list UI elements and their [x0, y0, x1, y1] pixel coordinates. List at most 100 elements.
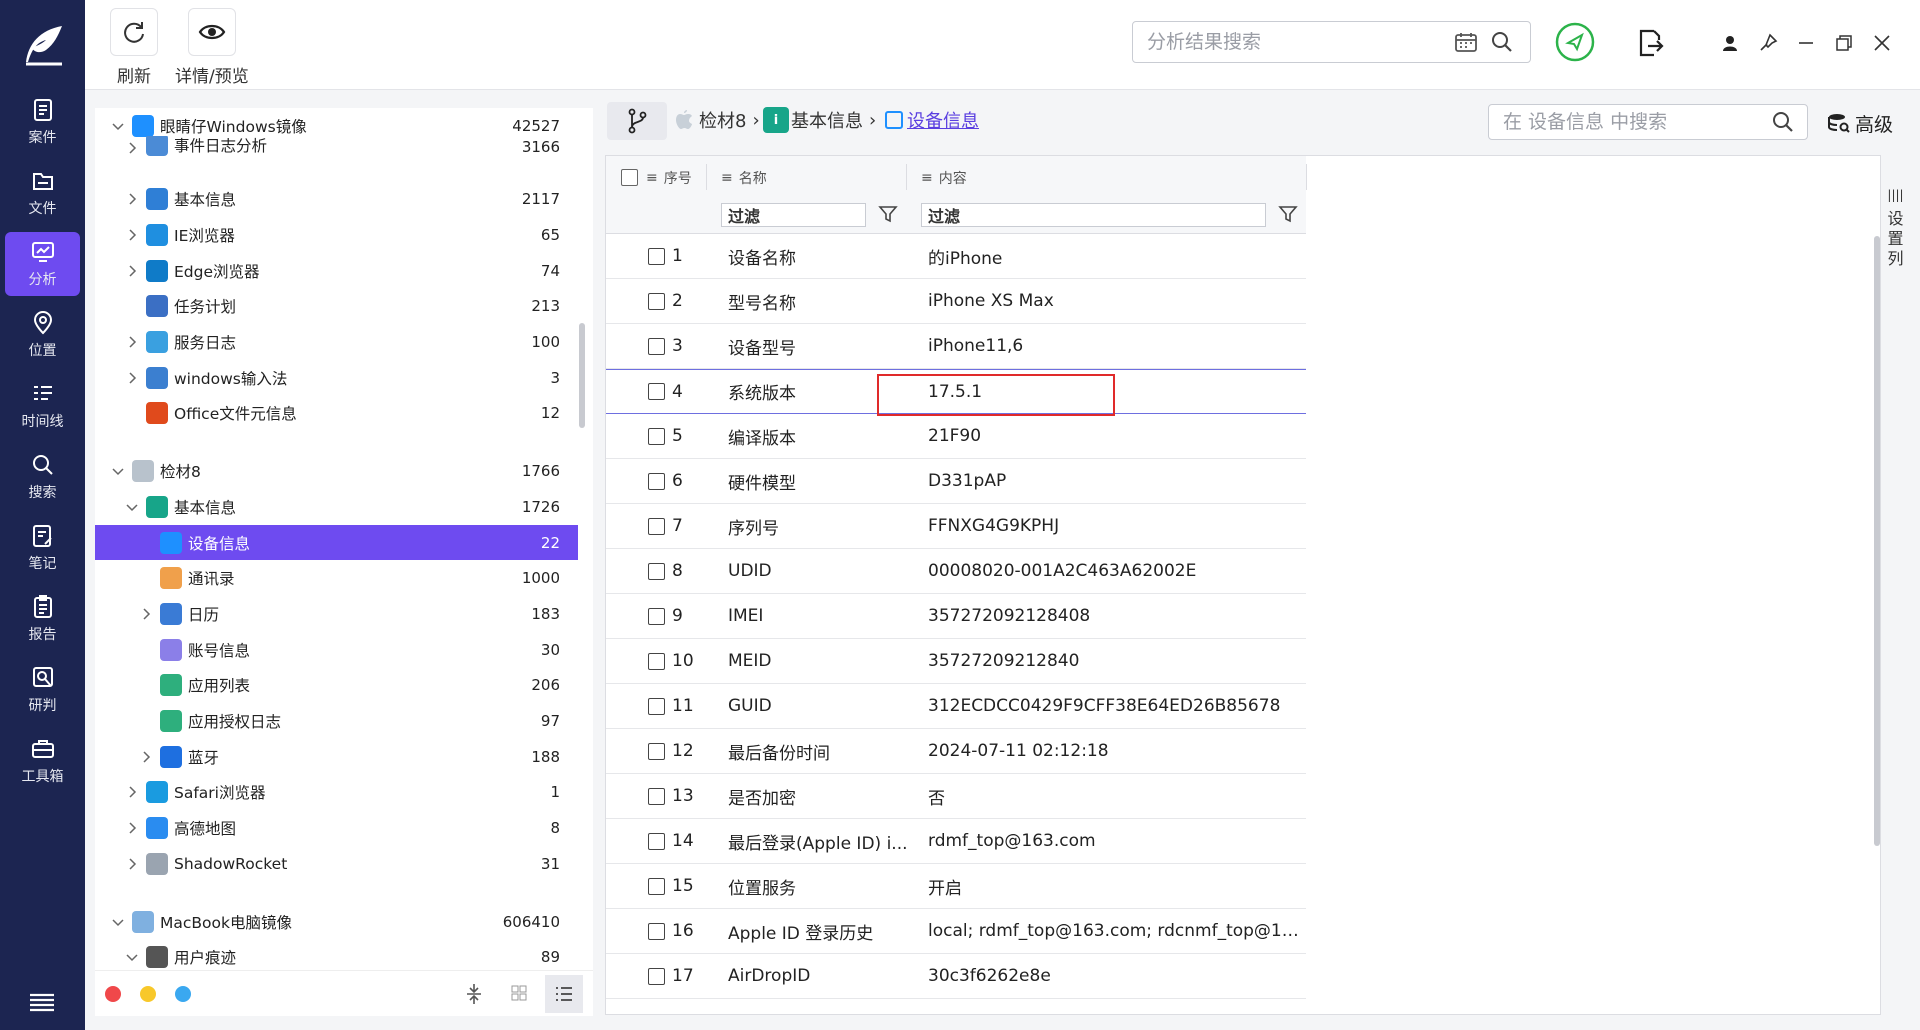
blue-dot-icon[interactable]: [175, 986, 191, 1002]
search-icon[interactable]: [1771, 110, 1795, 134]
row-checkbox[interactable]: [648, 427, 665, 445]
main-menu-icon[interactable]: [27, 990, 57, 1014]
row-checkbox[interactable]: [648, 383, 665, 400]
row-checkbox[interactable]: [648, 922, 665, 940]
tree-item[interactable]: 设备信息 22: [95, 525, 578, 560]
close-icon[interactable]: [1869, 30, 1895, 56]
table-row[interactable]: 16 Apple ID 登录历史 local; rdmf_top@163.com; …: [606, 909, 1306, 954]
chevron-right-icon[interactable]: [124, 784, 140, 800]
red-dot-icon[interactable]: [105, 986, 121, 1002]
refresh-button[interactable]: 刷新: [110, 8, 158, 87]
tree-item[interactable]: 事件日志分析 3166: [95, 136, 578, 156]
send-icon[interactable]: [1555, 22, 1595, 62]
table-row[interactable]: 5 编译版本 21F90: [606, 414, 1306, 459]
nav-item-judge[interactable]: 研判: [5, 658, 80, 722]
tree-item[interactable]: 通讯录 1000: [95, 561, 578, 596]
breadcrumb-item-evidence8[interactable]: 检材8 ›: [675, 106, 760, 134]
breadcrumb-item-device-info[interactable]: 设备信息: [885, 106, 979, 134]
table-row[interactable]: 2 型号名称 iPhone XS Max: [606, 279, 1306, 324]
restore-icon[interactable]: [1831, 30, 1857, 56]
table-row[interactable]: 3 设备型号 iPhone11,6: [606, 324, 1306, 369]
tree-item[interactable]: 基本信息 1726: [95, 489, 578, 524]
nav-item-analysis[interactable]: 分析: [5, 232, 80, 296]
chevron-right-icon[interactable]: [124, 263, 140, 279]
global-search-input[interactable]: [1133, 31, 1454, 53]
branch-icon[interactable]: [607, 102, 667, 140]
nav-item-case[interactable]: 案件: [5, 90, 80, 154]
tree-item[interactable]: Edge浏览器 74: [95, 253, 578, 288]
chevron-right-icon[interactable]: [138, 606, 154, 622]
tree-item[interactable]: 应用列表 206: [95, 668, 578, 703]
column-header-seq[interactable]: ≡ 序号: [646, 166, 692, 190]
row-checkbox[interactable]: [648, 877, 665, 895]
tree-item[interactable]: MacBook电脑镜像 606410: [95, 904, 578, 939]
search-icon[interactable]: [1490, 29, 1516, 55]
table-row[interactable]: 17 AirDropID 30c3f6262e8e: [606, 954, 1306, 999]
tree-item[interactable]: 蓝牙 188: [95, 739, 578, 774]
nav-item-search[interactable]: 搜索: [5, 445, 80, 509]
chevron-down-icon[interactable]: [110, 463, 126, 479]
table-search-input[interactable]: [1489, 111, 1771, 133]
tree-item[interactable]: 应用授权日志 97: [95, 704, 578, 739]
tree-item[interactable]: 服务日志 100: [95, 325, 578, 360]
table-row[interactable]: 8 UDID 00008020-001A2C463A62002E: [606, 549, 1306, 594]
chevron-right-icon[interactable]: [124, 370, 140, 386]
content-filter-input[interactable]: 过滤: [921, 203, 1266, 227]
column-header-name[interactable]: ≡ 名称: [721, 166, 767, 190]
tree-item[interactable]: ShadowRocket 31: [95, 846, 578, 881]
row-checkbox[interactable]: [648, 562, 665, 580]
row-checkbox[interactable]: [648, 472, 665, 490]
preview-button[interactable]: 详情/预览: [175, 8, 249, 87]
row-checkbox[interactable]: [648, 832, 665, 850]
table-row[interactable]: 14 最后登录(Apple ID) i... rdmf_top@163.com: [606, 819, 1306, 864]
chevron-right-icon[interactable]: [124, 334, 140, 350]
tree-item[interactable]: windows输入法 3: [95, 360, 578, 395]
chevron-right-icon[interactable]: [124, 820, 140, 836]
tree-item[interactable]: 日历 183: [95, 596, 578, 631]
row-checkbox[interactable]: [648, 787, 665, 805]
grid-view-icon[interactable]: [510, 984, 528, 1006]
advanced-search-button[interactable]: 高级: [1827, 108, 1893, 138]
yellow-dot-icon[interactable]: [140, 986, 156, 1002]
minimize-icon[interactable]: [1793, 30, 1819, 56]
table-row[interactable]: 1 设备名称 的iPhone: [606, 234, 1306, 279]
user-icon[interactable]: [1717, 30, 1743, 56]
nav-item-report[interactable]: 报告: [5, 587, 80, 651]
chevron-right-icon[interactable]: [124, 140, 140, 156]
row-checkbox[interactable]: [648, 607, 665, 625]
chevron-right-icon[interactable]: [124, 227, 140, 243]
row-checkbox[interactable]: [648, 337, 665, 355]
nav-item-note[interactable]: 笔记: [5, 516, 80, 580]
nav-item-toolbox[interactable]: 工具箱: [5, 729, 80, 793]
breadcrumb-item-basic-info[interactable]: i 基本信息 ›: [763, 106, 876, 134]
tree-item[interactable]: 检材8 1766: [95, 454, 578, 489]
filter-icon[interactable]: [1278, 204, 1298, 228]
chevron-down-icon[interactable]: [110, 914, 126, 930]
calendar-icon[interactable]: [1454, 29, 1480, 55]
table-row[interactable]: 7 序列号 FFNXG4G9KPHJ: [606, 504, 1306, 549]
row-checkbox[interactable]: [648, 517, 665, 535]
table-row[interactable]: 6 硬件模型 D331pAP: [606, 459, 1306, 504]
tree-item[interactable]: 账号信息 30: [95, 632, 578, 667]
nav-item-folder[interactable]: 文件: [5, 161, 80, 225]
table-row[interactable]: 9 IMEI 357272092128408: [606, 594, 1306, 639]
row-checkbox[interactable]: [648, 292, 665, 310]
tree-item[interactable]: Safari浏览器 1: [95, 775, 578, 810]
tree-item[interactable]: IE浏览器 65: [95, 217, 578, 252]
chevron-down-icon[interactable]: [124, 949, 140, 965]
chevron-right-icon[interactable]: [124, 191, 140, 207]
nav-item-location[interactable]: 位置: [5, 303, 80, 367]
row-checkbox[interactable]: [648, 742, 665, 760]
column-header-content[interactable]: ≡ 内容: [921, 166, 967, 190]
select-all-checkbox[interactable]: [621, 169, 638, 186]
tree-item[interactable]: Office文件元信息 12: [95, 396, 578, 431]
row-checkbox[interactable]: [648, 967, 665, 985]
chevron-down-icon[interactable]: [110, 118, 126, 134]
table-row[interactable]: 12 最后备份时间 2024-07-11 02:12:18: [606, 729, 1306, 774]
row-checkbox[interactable]: [648, 697, 665, 715]
collapse-icon[interactable]: [465, 983, 483, 1009]
chevron-right-icon[interactable]: [124, 856, 140, 872]
column-settings-button[interactable]: |||| 设置列: [1880, 155, 1910, 1015]
table-row[interactable]: 10 MEID 35727209212840: [606, 639, 1306, 684]
filter-icon[interactable]: [878, 204, 898, 228]
